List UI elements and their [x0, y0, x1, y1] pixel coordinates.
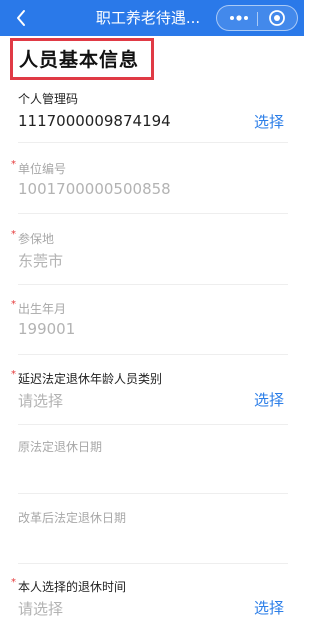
divider: [18, 213, 288, 214]
delay-category-select-button[interactable]: 选择: [254, 389, 284, 410]
unit-number-label: 单位编号: [18, 162, 67, 176]
insured-place-label-wrap: * 参保地: [11, 229, 55, 247]
insured-place-value: 东莞市: [18, 252, 64, 270]
divider: [18, 424, 288, 425]
chosen-retire-time-select-button[interactable]: 选择: [254, 597, 284, 618]
chosen-retire-time-label: 本人选择的退休时间: [18, 580, 127, 594]
mini-program-capsule: [216, 5, 298, 31]
chosen-retire-time-placeholder[interactable]: 请选择: [18, 598, 63, 619]
personal-code-select-button[interactable]: 选择: [254, 111, 284, 132]
divider: [18, 354, 288, 355]
chosen-retire-time-label-wrap: * 本人选择的退休时间: [11, 577, 127, 595]
required-mark: *: [11, 159, 16, 170]
field-birth-month: * 出生年月 199001: [0, 299, 304, 340]
unit-number-value: 1001700000500858: [18, 180, 171, 198]
field-original-retire-date: 原法定退休日期: [0, 438, 304, 478]
more-button[interactable]: [223, 6, 255, 30]
field-chosen-retire-time[interactable]: * 本人选择的退休时间 请选择 选择: [0, 577, 304, 622]
close-mini-program-button[interactable]: [261, 6, 293, 30]
divider: [18, 493, 288, 494]
insured-place-label: 参保地: [18, 232, 55, 246]
delay-category-label-wrap: * 延迟法定退休年龄人员类别: [11, 369, 163, 387]
divider: [18, 284, 288, 285]
divider: [18, 142, 288, 143]
birth-month-value: 199001: [18, 320, 76, 338]
capsule-divider: [257, 12, 258, 26]
reformed-retire-date-label: 改革后法定退休日期: [18, 511, 127, 525]
nav-bar: 职工养老待遇...: [0, 0, 304, 36]
target-circle-icon: [269, 10, 285, 26]
chevron-left-icon: [17, 10, 25, 26]
back-button[interactable]: [8, 4, 34, 32]
field-unit-number: * 单位编号 1001700000500858: [0, 159, 304, 200]
field-personal-code: 个人管理码 1117000009874194 选择: [0, 90, 304, 140]
personal-code-value: 1117000009874194: [18, 112, 171, 130]
unit-number-label-wrap: * 单位编号: [11, 159, 67, 177]
delay-category-label: 延迟法定退休年龄人员类别: [18, 372, 163, 386]
birth-month-label-wrap: * 出生年月: [11, 299, 67, 317]
delay-category-placeholder[interactable]: 请选择: [18, 390, 63, 411]
required-mark: *: [11, 299, 16, 310]
required-mark: *: [11, 229, 16, 240]
birth-month-label: 出生年月: [18, 302, 67, 316]
required-mark: *: [11, 369, 16, 380]
field-reformed-retire-date: 改革后法定退休日期: [0, 509, 304, 549]
required-mark: *: [11, 577, 16, 588]
field-insured-place: * 参保地 东莞市: [0, 229, 304, 270]
page-title: 职工养老待遇...: [95, 9, 201, 27]
divider: [18, 563, 288, 564]
section-title: 人员基本信息: [19, 49, 140, 71]
original-retire-date-label: 原法定退休日期: [18, 440, 103, 454]
more-dots-icon: [230, 15, 248, 21]
personal-code-label: 个人管理码: [18, 92, 79, 106]
field-delay-category[interactable]: * 延迟法定退休年龄人员类别 请选择 选择: [0, 369, 304, 414]
section-title-highlight: 人员基本信息: [10, 38, 154, 80]
